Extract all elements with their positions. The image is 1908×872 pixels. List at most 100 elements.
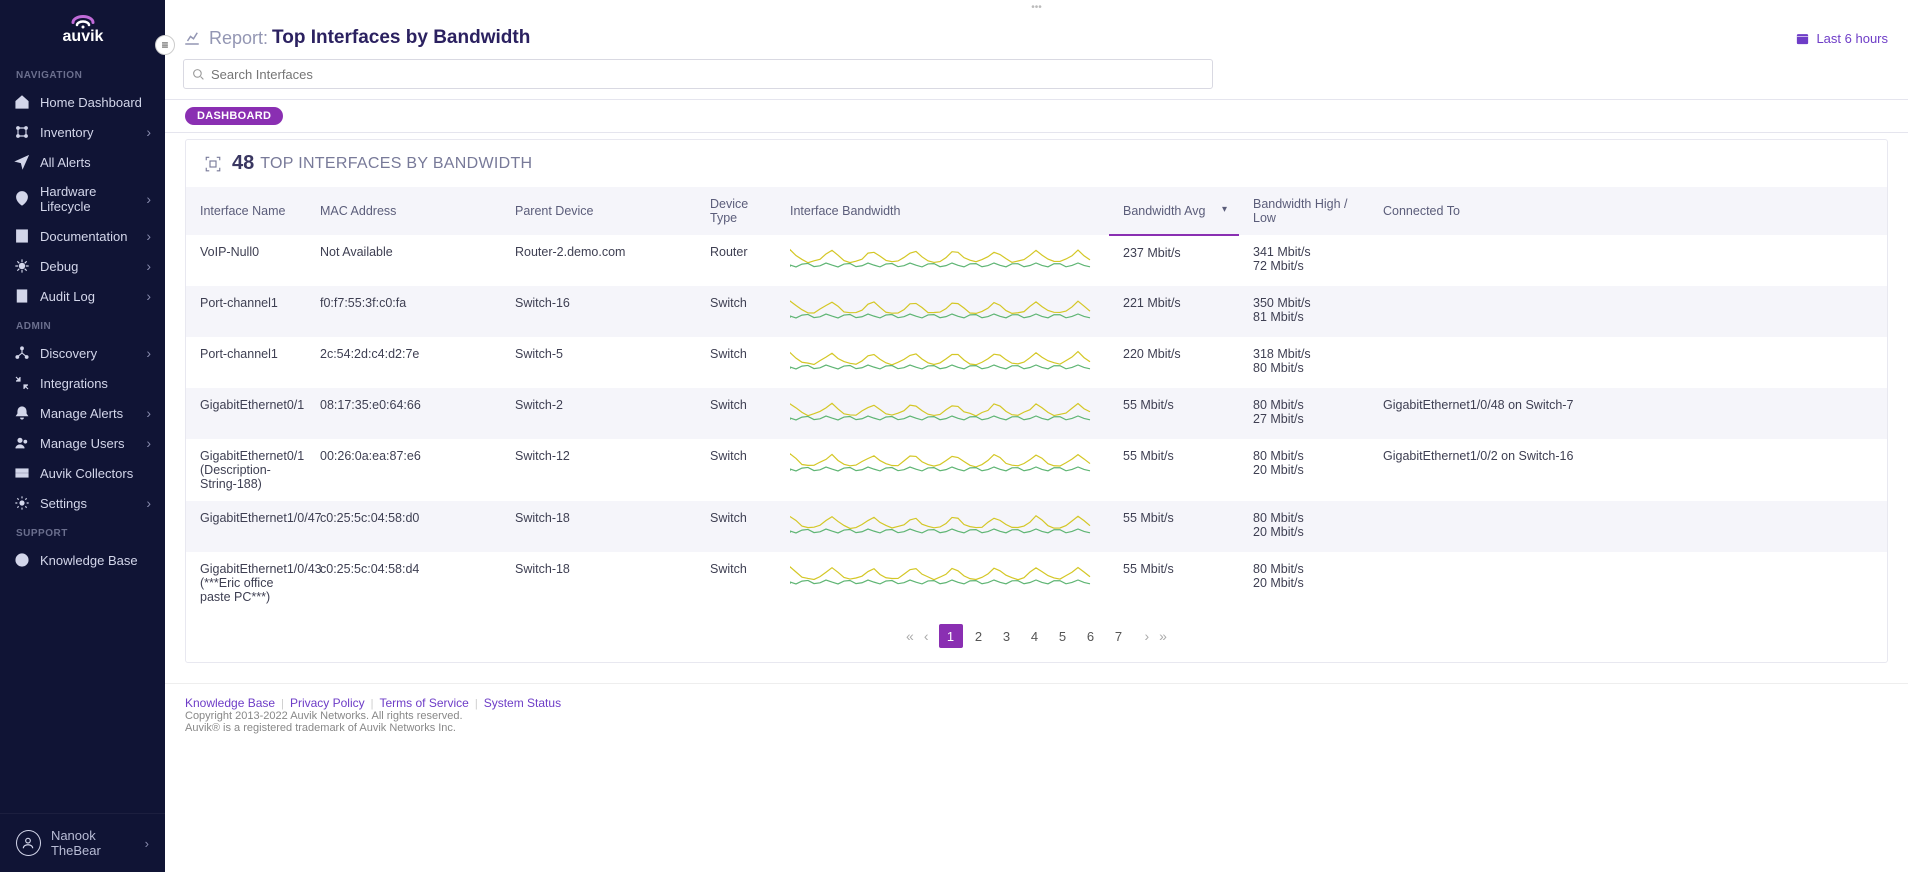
chevron-right-icon: › bbox=[146, 345, 151, 361]
nav-icon bbox=[14, 228, 30, 244]
page-last[interactable]: » bbox=[1159, 628, 1167, 644]
column-connected-to[interactable]: Connected To bbox=[1369, 187, 1887, 235]
cell-mac: c0:25:5c:04:58:d4 bbox=[306, 552, 501, 614]
chevron-right-icon: › bbox=[146, 288, 151, 304]
cell-avg: 55 Mbit/s bbox=[1109, 439, 1239, 501]
sidebar-item-audit-log[interactable]: Audit Log › bbox=[0, 281, 165, 311]
time-range-label: Last 6 hours bbox=[1816, 31, 1888, 46]
tab-dashboard[interactable]: DASHBOARD bbox=[185, 107, 283, 125]
footer-link-system-status[interactable]: System Status bbox=[484, 696, 561, 710]
cell-parent: Switch-5 bbox=[501, 337, 696, 388]
chevron-right-icon: › bbox=[146, 191, 151, 207]
nav-label: Auvik Collectors bbox=[40, 466, 133, 481]
user-menu[interactable]: Nanook TheBear › bbox=[0, 813, 165, 872]
table-row[interactable]: GigabitEthernet1/0/43 (***Eric office pa… bbox=[186, 552, 1887, 614]
sidebar-item-knowledge-base[interactable]: Knowledge Base bbox=[0, 545, 165, 575]
cell-connected: GigabitEthernet1/0/48 on Switch-7 bbox=[1369, 388, 1887, 439]
sidebar-item-all-alerts[interactable]: All Alerts bbox=[0, 147, 165, 177]
cell-bandwidth-chart bbox=[776, 439, 1109, 501]
sidebar-item-home-dashboard[interactable]: Home Dashboard bbox=[0, 87, 165, 117]
page-4[interactable]: 4 bbox=[1023, 624, 1047, 648]
page-2[interactable]: 2 bbox=[967, 624, 991, 648]
cell-connected bbox=[1369, 552, 1887, 614]
page-title: Top Interfaces by Bandwidth bbox=[272, 27, 530, 49]
page-7[interactable]: 7 bbox=[1107, 624, 1131, 648]
sidebar-item-settings[interactable]: Settings› bbox=[0, 488, 165, 518]
nav-icon bbox=[14, 94, 30, 110]
footer-link-privacy-policy[interactable]: Privacy Policy bbox=[290, 696, 365, 710]
cell-mac: Not Available bbox=[306, 235, 501, 286]
chevron-right-icon: › bbox=[146, 435, 151, 451]
column-device-type[interactable]: Device Type bbox=[696, 187, 776, 235]
column-mac-address[interactable]: MAC Address bbox=[306, 187, 501, 235]
cell-high-low: 80 Mbit/s20 Mbit/s bbox=[1239, 552, 1369, 614]
sidebar-item-inventory[interactable]: Inventory› bbox=[0, 117, 165, 147]
sidebar-item-documentation[interactable]: Documentation› bbox=[0, 221, 165, 251]
nav-label: Audit Log bbox=[40, 289, 95, 304]
table-row[interactable]: GigabitEthernet0/108:17:35:e0:64:66Switc… bbox=[186, 388, 1887, 439]
table-row[interactable]: Port-channel1f0:f7:55:3f:c0:faSwitch-16S… bbox=[186, 286, 1887, 337]
sidebar-item-discovery[interactable]: Discovery › bbox=[0, 338, 165, 368]
footer: Knowledge Base|Privacy Policy|Terms of S… bbox=[165, 683, 1908, 754]
sidebar: auvik ≡ NAVIGATION Home DashboardInvento… bbox=[0, 0, 165, 872]
column-interface-bandwidth[interactable]: Interface Bandwidth bbox=[776, 187, 1109, 235]
cell-avg: 55 Mbit/s bbox=[1109, 552, 1239, 614]
footer-link-knowledge-base[interactable]: Knowledge Base bbox=[185, 696, 275, 710]
cell-bandwidth-chart bbox=[776, 286, 1109, 337]
page-3[interactable]: 3 bbox=[995, 624, 1019, 648]
column-interface-name[interactable]: Interface Name bbox=[186, 187, 306, 235]
page-next[interactable]: › bbox=[1145, 628, 1150, 644]
cell-mac: 00:26:0a:ea:87:e6 bbox=[306, 439, 501, 501]
cell-high-low: 350 Mbit/s81 Mbit/s bbox=[1239, 286, 1369, 337]
cell-type: Router bbox=[696, 235, 776, 286]
bandwidth-sparkline bbox=[790, 511, 1095, 539]
cell-parent: Switch-18 bbox=[501, 501, 696, 552]
column-bandwidth-avg[interactable]: Bandwidth Avg bbox=[1109, 187, 1239, 235]
search-icon bbox=[192, 68, 205, 81]
bandwidth-sparkline bbox=[790, 296, 1095, 324]
table-row[interactable]: GigabitEthernet0/1 (Description-String-1… bbox=[186, 439, 1887, 501]
column-parent-device[interactable]: Parent Device bbox=[501, 187, 696, 235]
page-header: Report: Top Interfaces by Bandwidth Last… bbox=[165, 13, 1908, 53]
table-row[interactable]: Port-channel12c:54:2d:c4:d2:7eSwitch-5Sw… bbox=[186, 337, 1887, 388]
nav-label: Knowledge Base bbox=[40, 553, 138, 568]
table-row[interactable]: VoIP-Null0Not AvailableRouter-2.demo.com… bbox=[186, 235, 1887, 286]
nav-icon bbox=[14, 375, 30, 391]
cell-mac: f0:f7:55:3f:c0:fa bbox=[306, 286, 501, 337]
footer-link-terms-of-service[interactable]: Terms of Service bbox=[379, 696, 468, 710]
sidebar-collapse-button[interactable]: ≡ bbox=[155, 35, 175, 55]
nav-icon bbox=[14, 552, 30, 568]
main-content: ••• Report: Top Interfaces by Bandwidth … bbox=[165, 0, 1908, 872]
sidebar-item-debug[interactable]: Debug› bbox=[0, 251, 165, 281]
cell-type: Switch bbox=[696, 337, 776, 388]
sidebar-item-manage-users[interactable]: Manage Users› bbox=[0, 428, 165, 458]
page-1[interactable]: 1 bbox=[939, 624, 963, 648]
page-5[interactable]: 5 bbox=[1051, 624, 1075, 648]
cell-high-low: 318 Mbit/s80 Mbit/s bbox=[1239, 337, 1369, 388]
cell-avg: 55 Mbit/s bbox=[1109, 501, 1239, 552]
cell-parent: Switch-2 bbox=[501, 388, 696, 439]
cell-bandwidth-chart bbox=[776, 388, 1109, 439]
search-box[interactable] bbox=[183, 59, 1213, 89]
nav-icon bbox=[14, 288, 30, 304]
time-range-selector[interactable]: Last 6 hours bbox=[1795, 31, 1888, 46]
drag-handle-icon[interactable]: ••• bbox=[165, 0, 1908, 13]
interfaces-table: Interface NameMAC AddressParent DeviceDe… bbox=[186, 187, 1887, 614]
page-first[interactable]: « bbox=[906, 628, 914, 644]
divider bbox=[165, 132, 1908, 133]
svg-text:auvik: auvik bbox=[62, 28, 103, 45]
search-input[interactable] bbox=[211, 67, 1204, 82]
column-bandwidth-high-low[interactable]: Bandwidth High / Low bbox=[1239, 187, 1369, 235]
cell-connected bbox=[1369, 337, 1887, 388]
user-avatar-icon bbox=[16, 830, 41, 856]
table-row[interactable]: GigabitEthernet1/0/47c0:25:5c:04:58:d0Sw… bbox=[186, 501, 1887, 552]
sidebar-item-hardware-lifecycle[interactable]: Hardware Lifecycle› bbox=[0, 177, 165, 221]
page-prev[interactable]: ‹ bbox=[924, 628, 929, 644]
page-6[interactable]: 6 bbox=[1079, 624, 1103, 648]
sidebar-item-integrations[interactable]: Integrations bbox=[0, 368, 165, 398]
nav-label: Discovery bbox=[40, 346, 97, 361]
sidebar-item-auvik-collectors[interactable]: Auvik Collectors bbox=[0, 458, 165, 488]
nav-label: Hardware Lifecycle bbox=[40, 184, 146, 214]
sidebar-item-manage-alerts[interactable]: Manage Alerts› bbox=[0, 398, 165, 428]
cell-type: Switch bbox=[696, 552, 776, 614]
